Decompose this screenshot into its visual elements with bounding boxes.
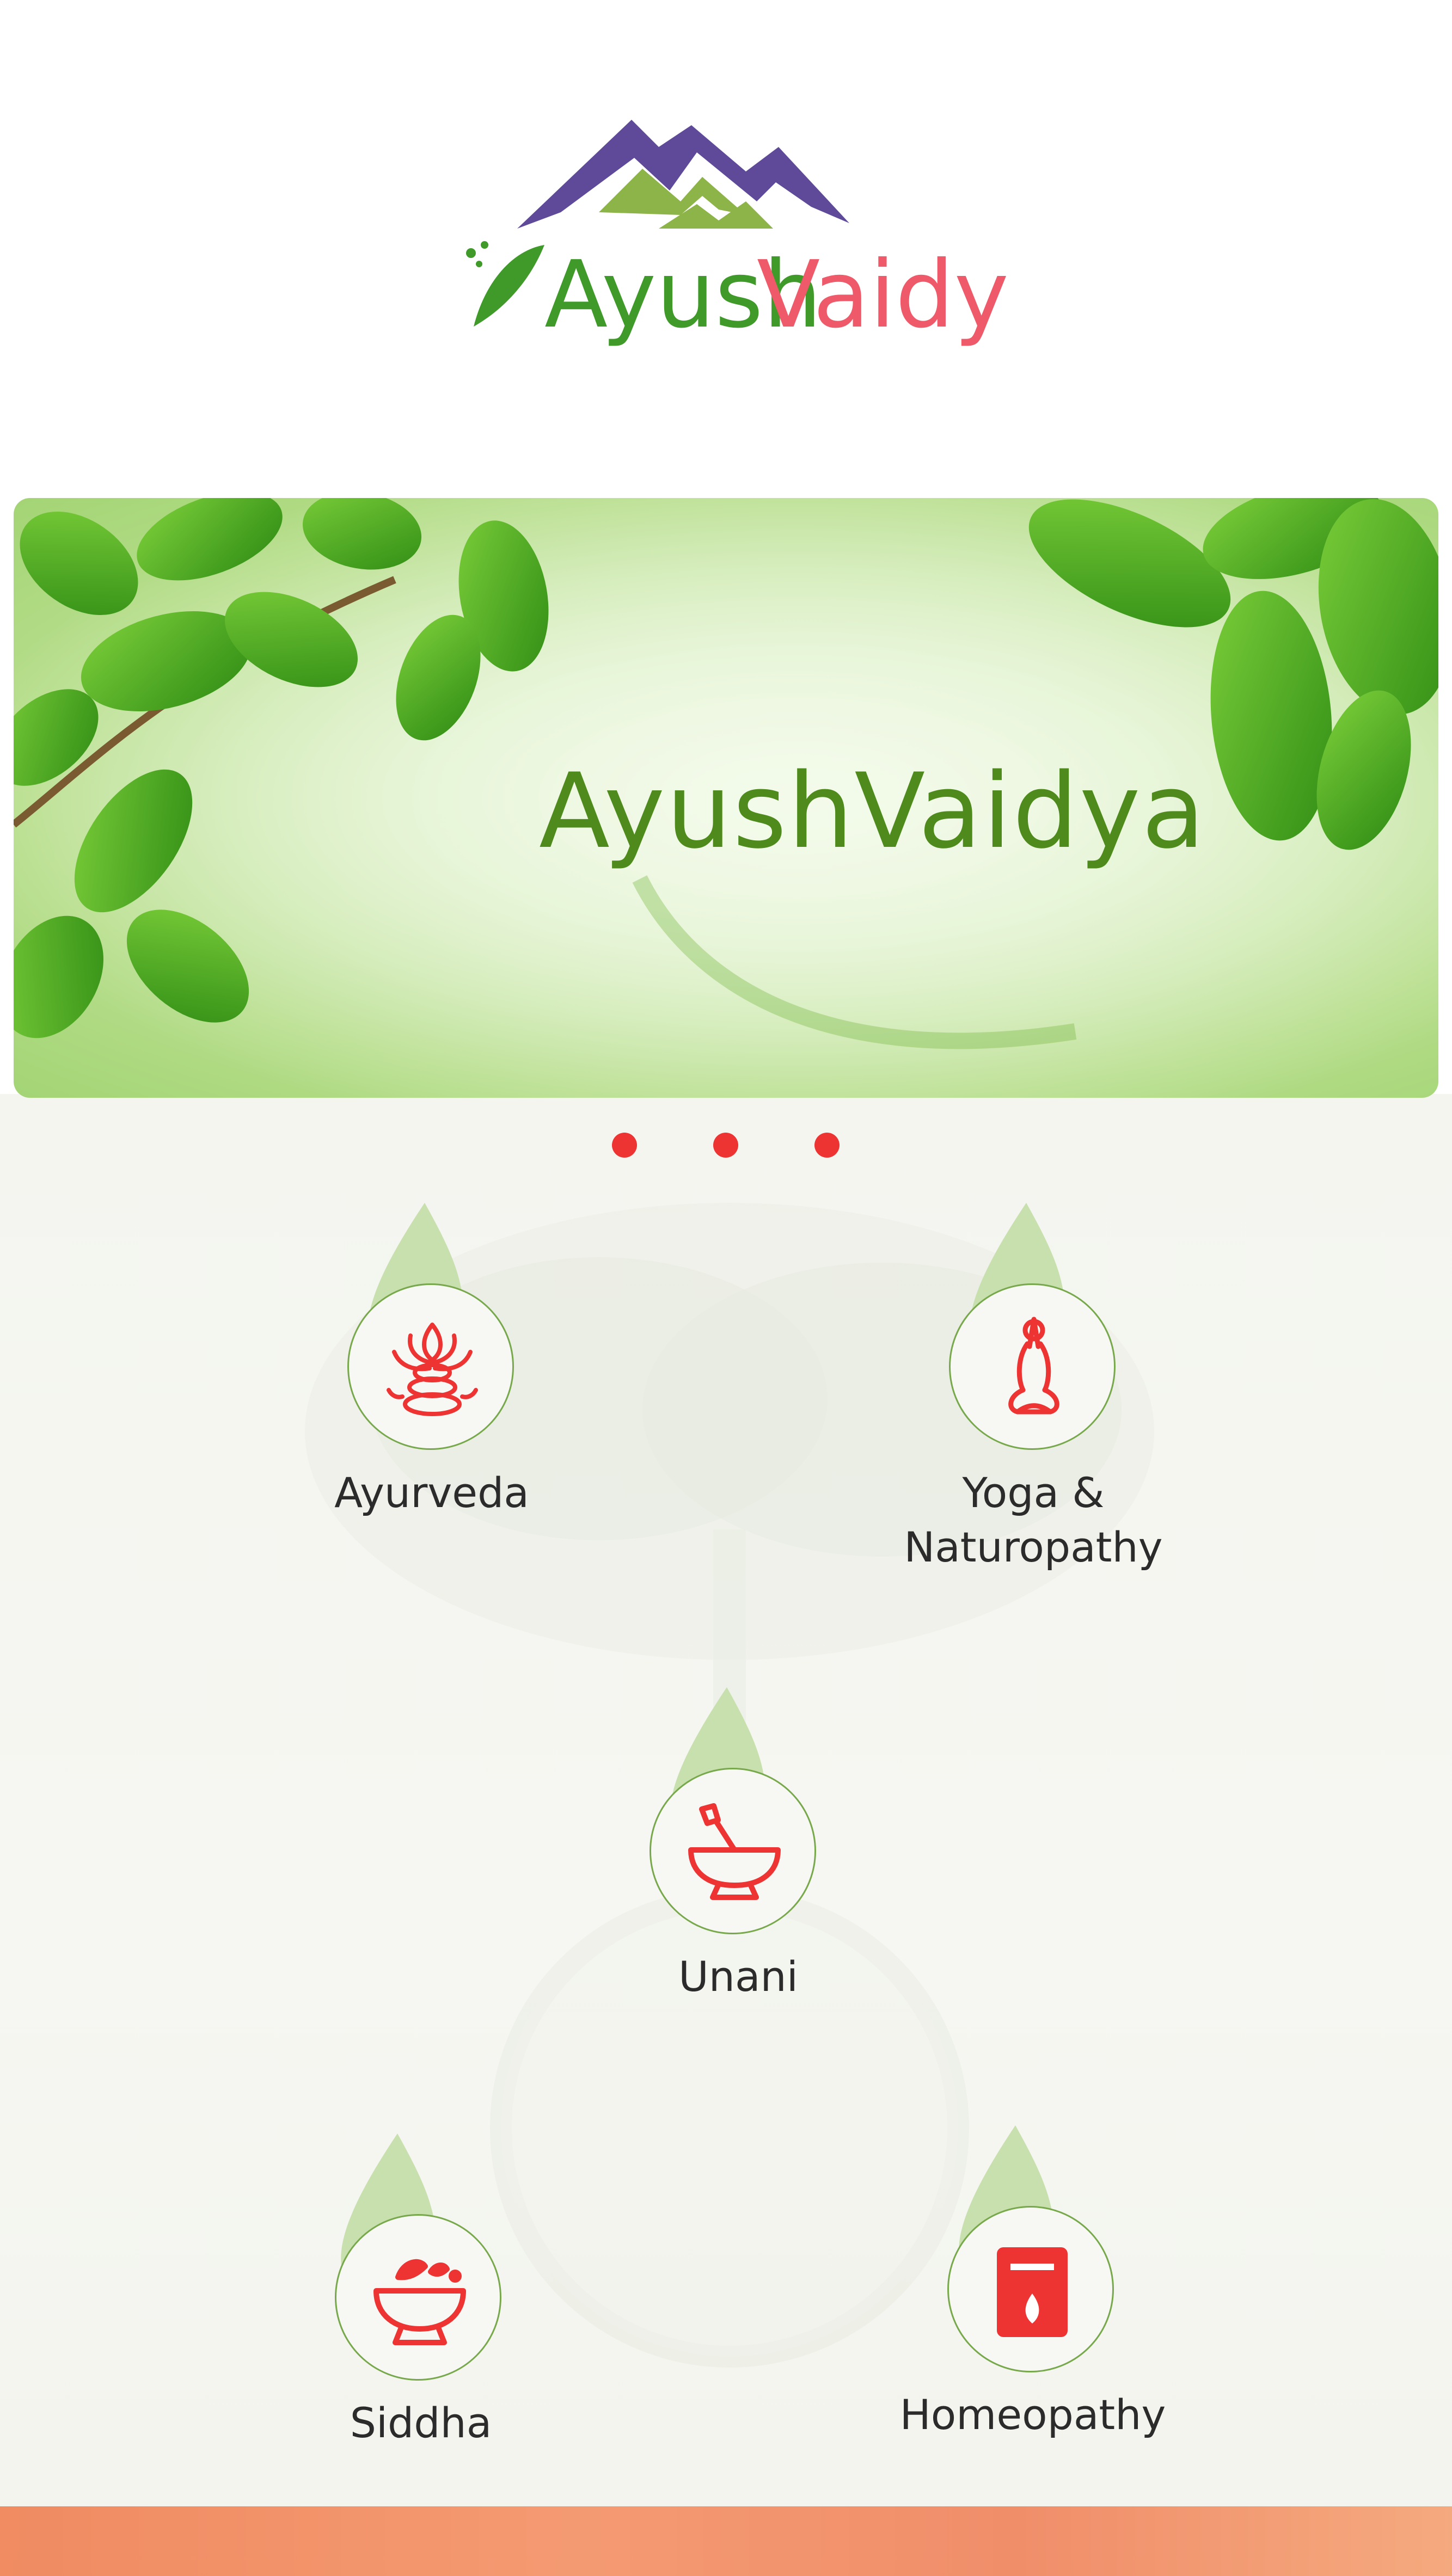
carousel-dot-1[interactable] xyxy=(612,1133,637,1158)
remedy-bottle-icon xyxy=(997,2247,1068,2337)
category-label: Homeopathy xyxy=(899,2390,1166,2439)
carousel-dot-2[interactable] xyxy=(713,1133,738,1158)
category-icon-ring xyxy=(650,1768,816,1934)
app-logo: Ayush Vaidya xyxy=(0,0,1452,468)
ayushvaidya-logo-mark: Ayush Vaidya xyxy=(466,120,1007,349)
category-label: Siddha xyxy=(350,2399,492,2447)
banner-title: AyushVaidya xyxy=(539,751,1206,871)
category-icon-ring xyxy=(949,1283,1116,1450)
mortar-pestle-icon xyxy=(688,1803,781,1900)
category-icon-ring xyxy=(347,1283,514,1450)
bottom-decorative-strip xyxy=(0,2506,1452,2576)
herbal-bowl-icon xyxy=(373,2259,466,2345)
lotus-stones-icon xyxy=(387,1323,478,1416)
yoga-pose-icon xyxy=(1008,1317,1059,1415)
category-label: Ayurveda xyxy=(334,1468,529,1517)
category-label: Yoga & Naturopathy xyxy=(904,1468,1163,1571)
category-label: Unani xyxy=(678,1952,798,2001)
category-icon-ring xyxy=(947,2206,1114,2372)
carousel-dot-3[interactable] xyxy=(814,1133,840,1158)
logo-text-vaidya: Vaidya xyxy=(757,241,1007,349)
category-icon-ring xyxy=(335,2214,501,2381)
home-screen: Ayush Vaidy a xyxy=(0,0,1452,2576)
